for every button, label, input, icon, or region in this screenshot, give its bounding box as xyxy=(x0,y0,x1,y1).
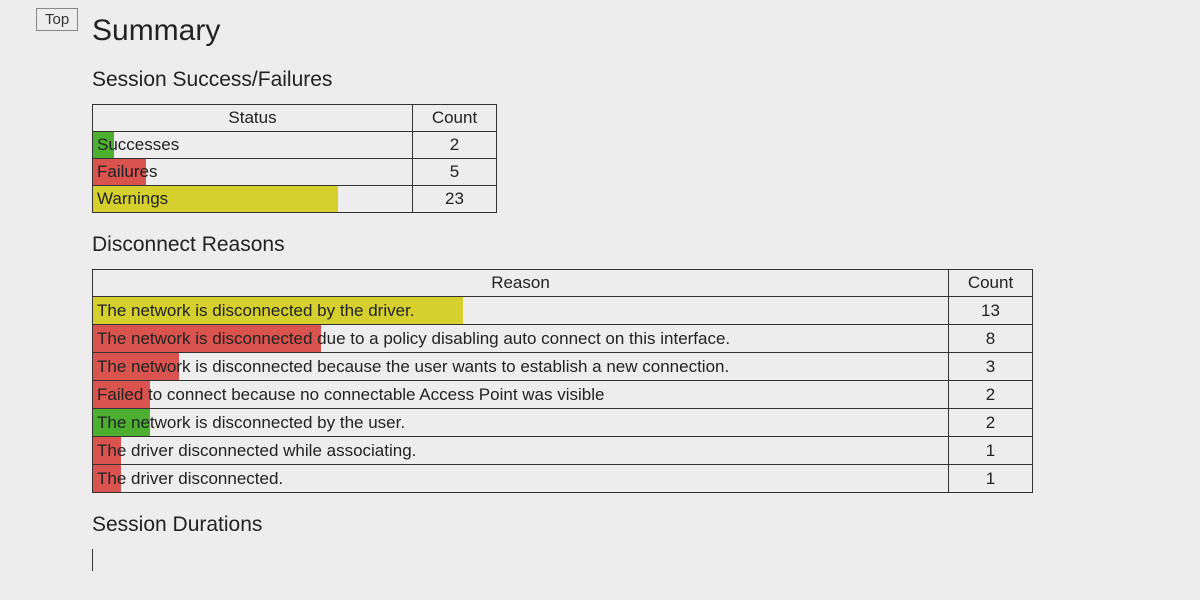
reason-label: Failed to connect because no connectable… xyxy=(93,381,948,408)
status-row: Failures5 xyxy=(93,159,497,186)
reasons-section-heading: Disconnect Reasons xyxy=(92,233,1178,257)
reason-label: The driver disconnected. xyxy=(93,465,948,492)
durations-section-heading: Session Durations xyxy=(92,513,1178,537)
reason-row: The network is disconnected by the drive… xyxy=(93,297,1033,325)
reason-label: The network is disconnected due to a pol… xyxy=(93,325,948,352)
reason-count-header: Count xyxy=(949,270,1033,297)
reason-header: Reason xyxy=(93,270,949,297)
reason-row: The network is disconnected by the user.… xyxy=(93,409,1033,437)
reason-row: The network is disconnected because the … xyxy=(93,353,1033,381)
reason-cell: The driver disconnected. xyxy=(93,465,949,493)
reason-cell: The network is disconnected by the drive… xyxy=(93,297,949,325)
status-row: Warnings23 xyxy=(93,186,497,213)
status-cell: Warnings xyxy=(93,186,413,213)
reason-count: 8 xyxy=(949,325,1033,353)
reason-row: The driver disconnected while associatin… xyxy=(93,437,1033,465)
reasons-table: Reason Count The network is disconnected… xyxy=(92,269,1033,493)
durations-chart-fragment xyxy=(92,549,94,571)
reason-count: 13 xyxy=(949,297,1033,325)
reason-label: The network is disconnected by the user. xyxy=(93,409,948,436)
reason-label: The network is disconnected because the … xyxy=(93,353,948,380)
reason-cell: The driver disconnected while associatin… xyxy=(93,437,949,465)
status-label: Warnings xyxy=(93,186,412,212)
reason-row: Failed to connect because no connectable… xyxy=(93,381,1033,409)
reason-count: 1 xyxy=(949,437,1033,465)
status-count: 2 xyxy=(413,132,497,159)
status-row: Successes2 xyxy=(93,132,497,159)
reason-row: The driver disconnected.1 xyxy=(93,465,1033,493)
reason-label: The driver disconnected while associatin… xyxy=(93,437,948,464)
reason-count: 1 xyxy=(949,465,1033,493)
reason-row: The network is disconnected due to a pol… xyxy=(93,325,1033,353)
status-cell: Successes xyxy=(93,132,413,159)
top-button[interactable]: Top xyxy=(36,8,78,31)
reason-label: The network is disconnected by the drive… xyxy=(93,297,948,324)
status-count: 23 xyxy=(413,186,497,213)
reason-count: 2 xyxy=(949,409,1033,437)
reason-count: 3 xyxy=(949,353,1033,381)
status-count: 5 xyxy=(413,159,497,186)
status-cell: Failures xyxy=(93,159,413,186)
reason-cell: The network is disconnected by the user. xyxy=(93,409,949,437)
reason-count: 2 xyxy=(949,381,1033,409)
status-table: Status Count Successes2Failures5Warnings… xyxy=(92,104,497,213)
status-label: Failures xyxy=(93,159,412,185)
reason-cell: Failed to connect because no connectable… xyxy=(93,381,949,409)
reason-cell: The network is disconnected due to a pol… xyxy=(93,325,949,353)
reason-cell: The network is disconnected because the … xyxy=(93,353,949,381)
status-section-heading: Session Success/Failures xyxy=(92,68,1178,92)
status-header: Status xyxy=(93,105,413,132)
status-label: Successes xyxy=(93,132,412,158)
page-title: Summary xyxy=(92,14,1178,48)
count-header: Count xyxy=(413,105,497,132)
